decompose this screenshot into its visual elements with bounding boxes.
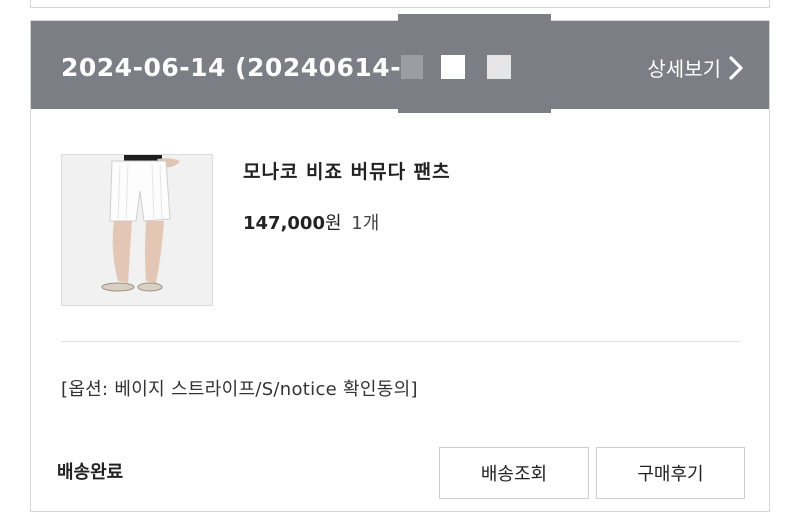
view-details-link[interactable]: 상세보기 (647, 53, 743, 82)
order-number-mask (401, 55, 424, 79)
chevron-right-icon (729, 55, 743, 80)
view-details-label: 상세보기 (647, 57, 721, 81)
product-image[interactable] (61, 154, 213, 306)
quantity: 1개 (351, 213, 380, 234)
order-date-number: 2024-06-14 (20240614- (61, 51, 512, 83)
previous-card-edge (30, 0, 770, 8)
write-review-button[interactable]: 구매후기 (596, 447, 745, 499)
divider (61, 341, 741, 342)
price-amount: 147,000 (243, 213, 325, 234)
order-card: 2024-06-14 (20240614- 상세보기 모나코 비죠 버뮤다 팬츠… (30, 14, 770, 512)
header-notch-bottom (398, 107, 551, 113)
product-option: [옵션: 베이지 스트라이프/S/notice 확인동의] (61, 379, 418, 400)
order-date-text: 2024-06-14 (20240614- (61, 52, 402, 82)
track-delivery-button[interactable]: 배송조회 (439, 447, 589, 499)
order-header: 2024-06-14 (20240614- 상세보기 (31, 14, 769, 113)
product-name[interactable]: 모나코 비죠 버뮤다 팬츠 (243, 157, 451, 184)
delivery-status: 배송완료 (57, 462, 124, 483)
price-currency: 원 (324, 213, 342, 234)
price-quantity: 147,000원 1개 (243, 209, 379, 235)
order-number-mask-box-2 (487, 55, 512, 79)
order-number-mask-box (441, 55, 466, 79)
header-notch-top (398, 14, 551, 22)
